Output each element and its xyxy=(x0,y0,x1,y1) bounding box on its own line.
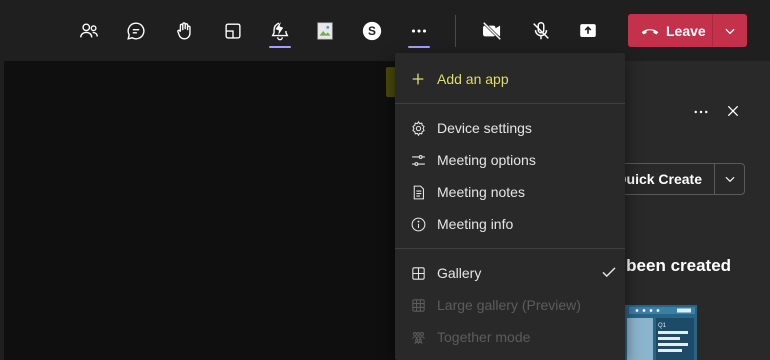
menu-divider xyxy=(395,248,625,249)
skype-icon: S xyxy=(362,21,382,41)
panel-more-button[interactable] xyxy=(692,103,710,126)
people-button[interactable] xyxy=(74,16,104,46)
broken-image-icon xyxy=(317,22,333,40)
chat-button[interactable] xyxy=(121,16,151,46)
chat-icon xyxy=(127,22,145,40)
menu-item-meeting-info[interactable]: Meeting info xyxy=(395,208,625,240)
app-icon xyxy=(271,21,289,41)
breakout-rooms-icon xyxy=(225,23,241,39)
sliders-icon xyxy=(409,151,427,169)
gear-icon xyxy=(409,119,427,137)
quick-create-label: Quick Create xyxy=(615,171,702,187)
more-actions-menu: Add an app Device settings Meeting optio… xyxy=(395,53,625,360)
camera-off-icon xyxy=(482,21,502,41)
menu-item-label: Add an app xyxy=(437,71,509,87)
quick-create-button[interactable]: Quick Create xyxy=(612,163,714,195)
raise-hand-icon xyxy=(177,22,191,40)
chevron-down-icon xyxy=(725,28,735,34)
menu-item-meeting-notes[interactable]: Meeting notes xyxy=(395,176,625,208)
menu-item-label: Meeting info xyxy=(437,216,514,232)
meeting-toolbar: S Leave xyxy=(0,0,770,61)
leave-button[interactable]: Leave xyxy=(628,14,712,47)
mic-button[interactable] xyxy=(526,16,556,46)
checkmark-icon xyxy=(600,263,618,284)
panel-heading: e been created xyxy=(612,256,732,275)
more-icon xyxy=(411,29,427,33)
people-icon xyxy=(80,23,98,38)
active-tab-underline xyxy=(269,46,291,48)
toolbar-divider xyxy=(455,15,456,47)
broken-image-button[interactable] xyxy=(310,16,340,46)
raise-hand-button[interactable] xyxy=(170,16,200,46)
menu-divider xyxy=(395,103,625,104)
menu-item-together-mode: Together mode xyxy=(395,321,625,353)
gallery-icon xyxy=(409,264,427,282)
leave-label: Leave xyxy=(666,22,706,39)
menu-item-label: Meeting notes xyxy=(437,184,525,200)
menu-item-meeting-options[interactable]: Meeting options xyxy=(395,144,625,176)
svg-text:Q1: Q1 xyxy=(658,323,667,329)
camera-button[interactable] xyxy=(477,16,507,46)
leave-options-button[interactable] xyxy=(713,24,747,38)
quick-create-options-button[interactable] xyxy=(714,163,745,195)
plus-icon xyxy=(409,70,427,88)
panel-close-button[interactable] xyxy=(725,103,741,124)
chevron-down-icon xyxy=(725,176,734,183)
video-stage xyxy=(4,61,401,360)
svg-text:S: S xyxy=(368,24,376,38)
together-mode-icon xyxy=(409,328,427,346)
menu-item-label: Meeting options xyxy=(437,152,536,168)
menu-item-label: Device settings xyxy=(437,120,532,136)
skype-button[interactable]: S xyxy=(357,16,387,46)
more-icon xyxy=(694,110,708,114)
preview-thumbnail[interactable]: Q1 xyxy=(625,305,697,360)
leave-button-group: Leave xyxy=(628,14,747,47)
menu-item-label: Together mode xyxy=(437,329,531,345)
menu-item-add-app[interactable]: Add an app xyxy=(395,63,625,95)
notes-icon xyxy=(409,183,427,201)
menu-item-gallery[interactable]: Gallery xyxy=(395,257,625,289)
menu-item-device-settings[interactable]: Device settings xyxy=(395,112,625,144)
close-icon xyxy=(727,105,739,117)
more-actions-button[interactable] xyxy=(404,16,434,48)
phone-hangup-icon xyxy=(641,28,659,34)
menu-item-large-gallery: Large gallery (Preview) xyxy=(395,289,625,321)
breakout-rooms-button[interactable] xyxy=(218,16,248,46)
preview-illustration: Q1 xyxy=(625,305,697,360)
active-tab-underline xyxy=(408,46,430,48)
menu-item-label: Large gallery (Preview) xyxy=(437,297,581,313)
menu-item-label: Gallery xyxy=(437,265,482,281)
mic-off-icon xyxy=(533,22,549,40)
share-button[interactable] xyxy=(573,16,603,46)
large-gallery-icon xyxy=(409,296,427,314)
share-icon xyxy=(580,24,596,37)
info-icon xyxy=(409,215,427,233)
app-button[interactable] xyxy=(265,16,295,48)
